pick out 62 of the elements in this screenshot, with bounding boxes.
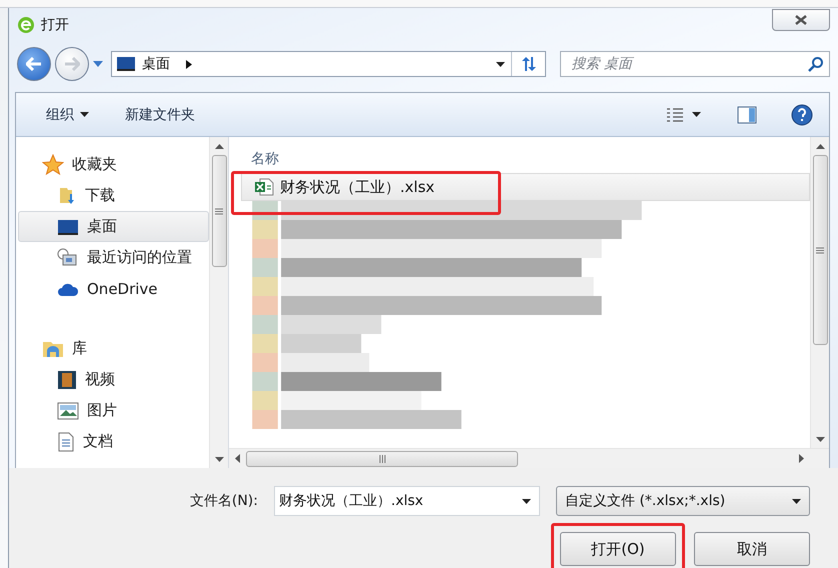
spreadsheet-file-icon [254, 178, 274, 196]
caret-icon [80, 112, 89, 117]
file-row[interactable]: 财务状况（工业）.xlsx [241, 173, 810, 201]
caret-icon [792, 498, 801, 504]
filename-label: 文件名(N): [190, 492, 258, 510]
film-icon [57, 370, 77, 390]
image-icon [57, 402, 79, 420]
history-dropdown-icon[interactable] [92, 61, 103, 67]
caret-icon [496, 62, 506, 66]
search-field[interactable]: 搜索 桌面 [560, 51, 830, 77]
filename-field[interactable]: 财务状况（工业）.xlsx [274, 486, 540, 516]
desktop-icon [57, 218, 79, 236]
sidebar-scrollbar[interactable] [209, 137, 228, 468]
caret-icon [692, 112, 701, 117]
horizontal-scrollbar[interactable] [229, 448, 829, 468]
refresh-icon [520, 56, 538, 72]
new-folder-button[interactable]: 新建文件夹 [117, 102, 203, 128]
close-button[interactable] [772, 9, 830, 31]
forward-button[interactable] [54, 47, 89, 81]
file-type-dropdown[interactable]: 自定义文件 (*.xlsx;*.xls) [556, 486, 810, 516]
back-button[interactable] [17, 47, 51, 81]
document-icon [57, 432, 75, 452]
recent-places-icon [57, 248, 79, 268]
desktop-icon [116, 56, 136, 72]
grip-icon [378, 454, 386, 462]
search-icon [808, 56, 824, 72]
forward-arrow-icon [64, 57, 80, 71]
address-bar[interactable]: 桌面 [110, 51, 546, 77]
star-icon [42, 154, 64, 176]
cancel-button[interactable]: 取消 [694, 532, 810, 566]
scroll-right-icon[interactable] [799, 454, 804, 463]
scroll-down-icon[interactable] [214, 456, 224, 462]
open-button[interactable]: 打开(O) [560, 532, 676, 566]
scroll-down-icon[interactable] [816, 436, 824, 442]
grip-icon [816, 246, 824, 254]
sidebar-item[interactable]: 桌面 [18, 211, 209, 242]
window-title: 打开 [41, 16, 69, 34]
scroll-up-icon[interactable] [214, 144, 224, 148]
list-view-icon [666, 108, 684, 122]
organize-menu[interactable]: 组织 [38, 102, 97, 128]
sidebar-group[interactable]: 收藏夹 [18, 149, 209, 180]
column-header[interactable]: 名称 [251, 145, 810, 173]
grip-icon [215, 208, 223, 214]
folder-download-icon [57, 186, 77, 206]
sidebar-item[interactable]: 下载 [18, 180, 209, 211]
sidebar-item[interactable]: 最近访问的位置 [18, 242, 209, 273]
close-icon [795, 15, 807, 25]
sidebar-item[interactable]: 图片 [18, 395, 209, 426]
sidebar-item[interactable]: OneDrive [18, 273, 209, 304]
address-text: 桌面 [142, 55, 170, 73]
chevron-icon [186, 60, 192, 68]
scroll-left-icon[interactable] [235, 454, 240, 463]
back-arrow-icon [26, 57, 42, 71]
sidebar-group[interactable]: 库 [18, 333, 209, 364]
preview-pane-icon [737, 106, 757, 124]
app-logo-icon [17, 16, 35, 34]
caret-icon [522, 498, 531, 504]
sidebar-item[interactable]: 视频 [18, 364, 209, 395]
sidebar-item[interactable]: 文档 [18, 426, 209, 457]
file-list-scrollbar[interactable] [810, 137, 829, 448]
scroll-up-icon[interactable] [816, 144, 824, 148]
help-icon [791, 104, 813, 126]
